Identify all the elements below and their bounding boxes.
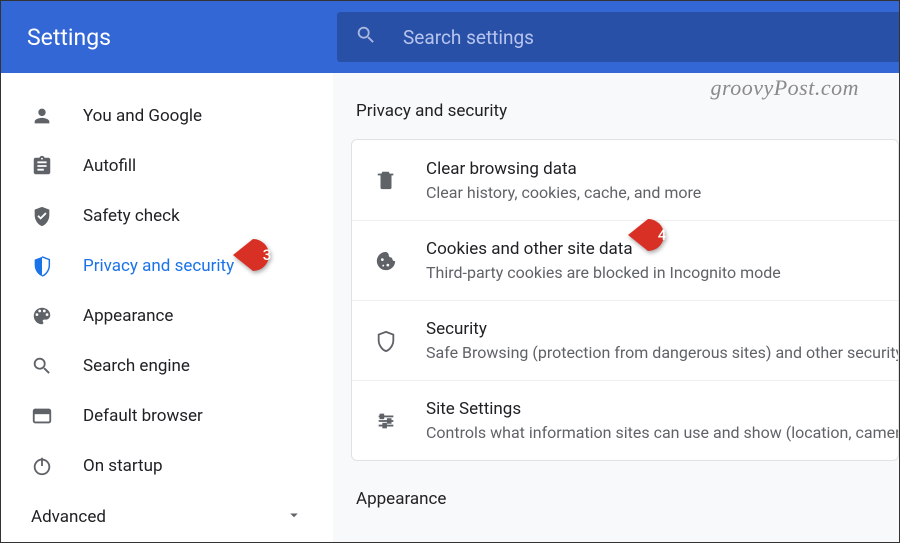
search-placeholder: Search settings xyxy=(403,26,534,49)
sidebar-item-default-browser[interactable]: Default browser xyxy=(1,391,333,441)
row-desc: Controls what information sites can use … xyxy=(426,423,899,442)
row-title: Site Settings xyxy=(426,399,899,419)
person-icon xyxy=(31,105,53,127)
sidebar-item-safety-check[interactable]: Safety check xyxy=(1,191,333,241)
row-title: Cookies and other site data xyxy=(426,239,781,259)
row-title: Security xyxy=(426,319,899,339)
row-text: Security Safe Browsing (protection from … xyxy=(426,319,899,362)
sidebar-advanced-toggle[interactable]: Advanced xyxy=(1,491,333,542)
annotation-badge-3: 3 xyxy=(233,237,291,273)
sidebar-item-label: Search engine xyxy=(83,356,190,376)
watermark: groovyPost.com xyxy=(710,75,859,101)
search-icon xyxy=(31,355,53,377)
sidebar-item-label: Appearance xyxy=(83,306,173,326)
row-clear-browsing-data[interactable]: Clear browsing data Clear history, cooki… xyxy=(352,140,898,220)
browser-icon xyxy=(31,405,53,427)
row-text: Clear browsing data Clear history, cooki… xyxy=(426,159,701,202)
row-desc: Safe Browsing (protection from dangerous… xyxy=(426,343,899,362)
section-title-appearance: Appearance xyxy=(351,489,899,509)
sliders-icon xyxy=(374,409,398,433)
cookie-icon xyxy=(374,249,398,273)
sidebar-item-search-engine[interactable]: Search engine xyxy=(1,341,333,391)
sidebar-item-you-and-google[interactable]: You and Google xyxy=(1,91,333,141)
sidebar-item-label: Default browser xyxy=(83,406,203,426)
palette-icon xyxy=(31,305,53,327)
row-text: Cookies and other site data Third-party … xyxy=(426,239,781,282)
row-text: Site Settings Controls what information … xyxy=(426,399,899,442)
row-cookies[interactable]: Cookies and other site data Third-party … xyxy=(352,220,898,300)
chevron-down-icon xyxy=(285,506,303,528)
sidebar-item-label: On startup xyxy=(83,456,163,476)
shield-outline-icon xyxy=(374,329,398,353)
row-site-settings[interactable]: Site Settings Controls what information … xyxy=(352,380,898,460)
shield-check-icon xyxy=(31,205,53,227)
sidebar-item-autofill[interactable]: Autofill xyxy=(1,141,333,191)
privacy-card: Clear browsing data Clear history, cooki… xyxy=(351,139,899,461)
app-header: Settings Search settings xyxy=(1,1,899,73)
sidebar-item-label: Autofill xyxy=(83,156,136,176)
power-icon xyxy=(31,455,53,477)
row-desc: Third-party cookies are blocked in Incog… xyxy=(426,263,781,282)
trash-icon xyxy=(374,168,398,192)
search-input[interactable]: Search settings xyxy=(337,12,899,62)
clipboard-icon xyxy=(31,155,53,177)
advanced-label: Advanced xyxy=(31,507,106,527)
row-title: Clear browsing data xyxy=(426,159,701,179)
main-content: groovyPost.com Privacy and security Clea… xyxy=(333,73,899,542)
sidebar-item-label: Safety check xyxy=(83,206,180,226)
sidebar-item-on-startup[interactable]: On startup xyxy=(1,441,333,491)
sidebar-item-label: You and Google xyxy=(83,106,202,126)
row-security[interactable]: Security Safe Browsing (protection from … xyxy=(352,300,898,380)
sidebar-item-label: Privacy and security xyxy=(83,256,234,276)
section-title-privacy: Privacy and security xyxy=(351,101,899,121)
page-title: Settings xyxy=(27,24,337,51)
sidebar-item-appearance[interactable]: Appearance xyxy=(1,291,333,341)
row-desc: Clear history, cookies, cache, and more xyxy=(426,183,701,202)
sidebar: You and Google Autofill Safety check Pri… xyxy=(1,73,333,542)
shield-privacy-icon xyxy=(31,255,53,277)
sidebar-item-privacy-security[interactable]: Privacy and security 3 xyxy=(1,241,333,291)
sidebar-list: You and Google Autofill Safety check Pri… xyxy=(1,91,333,491)
search-icon xyxy=(355,24,377,50)
body: You and Google Autofill Safety check Pri… xyxy=(1,73,899,542)
